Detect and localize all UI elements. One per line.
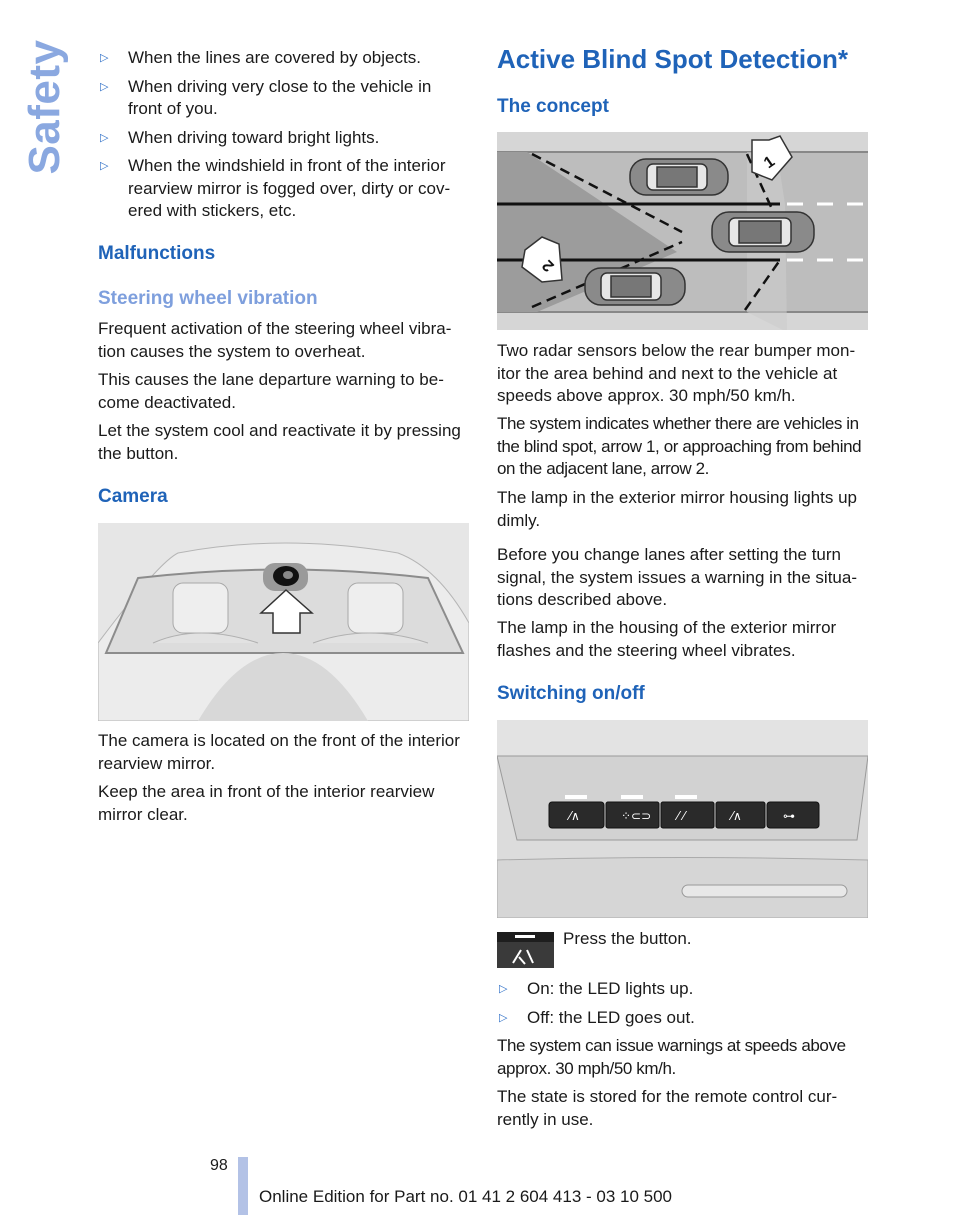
car-middle [711,211,815,253]
paragraph: The camera is located on the front of th… [98,731,460,773]
section-tab-label: Safety [20,39,69,175]
paragraph: The lamp in the housing of the exterior … [497,618,837,660]
switching-heading: Switching on/off [497,683,645,704]
switch-state-list: ▷ On: the LED lights up. ▷ Off: the LED go… [497,978,869,1035]
steering-vibration-heading: Steering wheel vibration [98,288,318,309]
paragraph: This causes the lane departure warning t… [98,370,444,412]
paragraph: The state is stored for the remote contr… [497,1087,838,1129]
camera-figure [98,523,469,721]
condition-list: ▷ When the lines are covered by objects. … [98,47,470,229]
car-top [629,158,729,196]
edition-text: Online Edition for Part no. 01 41 2 604 … [259,1187,673,1206]
list-item: ▷ When driving toward bright lights. [98,127,470,150]
paragraph: Let the system cool and reactivate it by… [98,421,461,463]
svg-text:⁘⊂⊃: ⁘⊂⊃ [621,809,651,823]
svg-text:⁄∧: ⁄∧ [566,809,580,823]
malfunctions-heading: Malfunctions [98,243,216,264]
list-item: ▷ When the lines are covered by objects. [98,47,470,70]
paragraph: The system indicates whether there are v… [497,414,862,478]
paragraph: The lamp in the exterior mirror housing … [497,488,857,530]
rear-window-illustration [98,523,469,721]
bullet-triangle-icon: ▷ [499,1011,508,1024]
section-tab: Safety [20,39,70,175]
bullet-triangle-icon: ▷ [100,80,109,93]
camera-heading: Camera [98,486,168,507]
page-title: Active Blind Spot Detection* [497,44,849,74]
footer-bar [238,1157,248,1215]
blind-spot-diagram: 1 2 [497,132,868,330]
bullet-triangle-icon: ▷ [100,131,109,144]
paragraph: Frequent activation of the steering whee… [98,319,452,361]
svg-text:⁄∧: ⁄∧ [728,809,742,823]
list-item: ▷ When the windshield in front of the int… [100,156,451,220]
list-item: ▷ When driving very close to the vehicle … [100,76,432,119]
blind-spot-button-icon [497,932,554,968]
bullet-triangle-icon: ▷ [100,52,109,64]
list-item: ▷ On: the LED lights up. [497,978,869,1001]
bullet-triangle-icon: ▷ [100,160,109,172]
press-button-text: Press the button. [563,929,692,948]
button-panel-illustration: ⁄∧ ⁘⊂⊃ ⁄ ⁄ ⁄∧ ⊶ [497,720,868,918]
paragraph: Keep the area in front of the interior r… [98,782,435,824]
list-item: ▷ Off: the LED goes out. [497,1007,869,1030]
paragraph: Two radar sensors below the rear bumper … [497,341,856,405]
car-bottom [584,267,686,306]
svg-text:⊶: ⊶ [783,809,795,823]
button-panel-figure: ⁄∧ ⁘⊂⊃ ⁄ ⁄ ⁄∧ ⊶ [497,720,868,918]
page-number: 98 [210,1157,228,1174]
concept-heading: The concept [497,96,609,117]
paragraph: Before you change lanes after setting th… [497,545,858,609]
blind-spot-figure: 1 2 [497,132,868,330]
bullet-triangle-icon: ▷ [499,983,508,995]
paragraph: The system can issue warnings at speeds … [497,1036,846,1078]
